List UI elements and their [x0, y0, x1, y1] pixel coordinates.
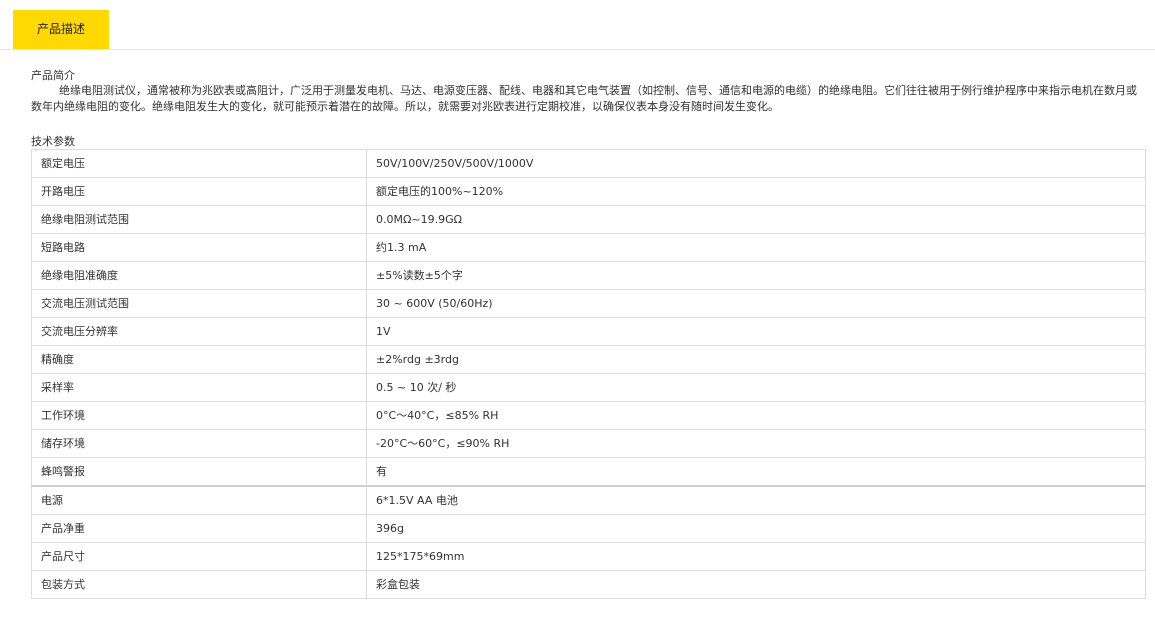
spec-value: 50V/100V/250V/500V/1000V: [366, 149, 1146, 178]
table-row: 储存环境 -20°C～60°C，≤90% RH: [31, 429, 1146, 458]
specs-title: 技术参数: [31, 135, 75, 148]
table-row: 采样率 0.5 ~ 10 次/ 秒: [31, 373, 1146, 402]
table-row: 交流电压分辨率 1V: [31, 317, 1146, 346]
table-row: 工作环境 0°C～40°C，≤85% RH: [31, 401, 1146, 430]
spec-key: 产品净重: [31, 514, 367, 543]
spec-value: 0°C～40°C，≤85% RH: [366, 401, 1146, 430]
table-row: 交流电压测试范围 30 ~ 600V (50/60Hz): [31, 289, 1146, 318]
tab-bar: 产品描述: [0, 0, 1155, 50]
intro-paragraph: 绝缘电阻测试仪，通常被称为兆欧表或高阻计，广泛用于测量发电机、马达、电源变压器、…: [31, 84, 1137, 113]
spec-value: 125*175*69mm: [366, 542, 1146, 571]
spec-key: 绝缘电阻测试范围: [31, 205, 367, 234]
spec-value: ±2%rdg ±3rdg: [366, 345, 1146, 374]
product-content: 产品简介 绝缘电阻测试仪，通常被称为兆欧表或高阻计，广泛用于测量发电机、马达、电…: [31, 68, 1146, 599]
spec-value: 30 ~ 600V (50/60Hz): [366, 289, 1146, 318]
spec-key: 交流电压分辨率: [31, 317, 367, 346]
table-row: 产品净重 396g: [31, 514, 1146, 543]
spec-key: 产品尺寸: [31, 542, 367, 571]
table-row: 产品尺寸 125*175*69mm: [31, 542, 1146, 571]
spec-key: 开路电压: [31, 177, 367, 206]
spec-value: 0.5 ~ 10 次/ 秒: [366, 373, 1146, 402]
spec-value: ±5%读数±5个字: [366, 261, 1146, 290]
spec-key: 采样率: [31, 373, 367, 402]
spec-value: 彩盒包装: [366, 570, 1146, 599]
table-row: 开路电压 额定电压的100%~120%: [31, 177, 1146, 206]
spec-value: 0.0MΩ~19.9GΩ: [366, 205, 1146, 234]
spec-key: 绝缘电阻准确度: [31, 261, 367, 290]
specs-table: 额定电压 50V/100V/250V/500V/1000V 开路电压 额定电压的…: [31, 149, 1146, 599]
tab-product-description[interactable]: 产品描述: [13, 10, 109, 49]
table-row: 额定电压 50V/100V/250V/500V/1000V: [31, 149, 1146, 178]
spec-key: 包装方式: [31, 570, 367, 599]
table-row: 绝缘电阻准确度 ±5%读数±5个字: [31, 261, 1146, 290]
spec-value: 有: [366, 457, 1146, 487]
table-row: 蜂鸣警报 有: [31, 457, 1146, 487]
spec-key: 交流电压测试范围: [31, 289, 367, 318]
spec-key: 额定电压: [31, 149, 367, 178]
spec-value: 约1.3 mA: [366, 233, 1146, 262]
table-row: 短路电路 约1.3 mA: [31, 233, 1146, 262]
spec-key: 储存环境: [31, 429, 367, 458]
spec-value: 396g: [366, 514, 1146, 543]
spec-value: 1V: [366, 317, 1146, 346]
spec-key: 精确度: [31, 345, 367, 374]
spec-value: 额定电压的100%~120%: [366, 177, 1146, 206]
table-row: 精确度 ±2%rdg ±3rdg: [31, 345, 1146, 374]
table-row: 电源 6*1.5V AA 电池: [31, 485, 1146, 515]
spec-key: 工作环境: [31, 401, 367, 430]
spec-key: 短路电路: [31, 233, 367, 262]
spec-value: -20°C～60°C，≤90% RH: [366, 429, 1146, 458]
spec-value: 6*1.5V AA 电池: [366, 485, 1146, 515]
spec-key: 电源: [31, 485, 367, 515]
spec-key: 蜂鸣警报: [31, 457, 367, 487]
table-row: 包装方式 彩盒包装: [31, 570, 1146, 599]
intro-title: 产品简介: [31, 69, 75, 82]
table-row: 绝缘电阻测试范围 0.0MΩ~19.9GΩ: [31, 205, 1146, 234]
